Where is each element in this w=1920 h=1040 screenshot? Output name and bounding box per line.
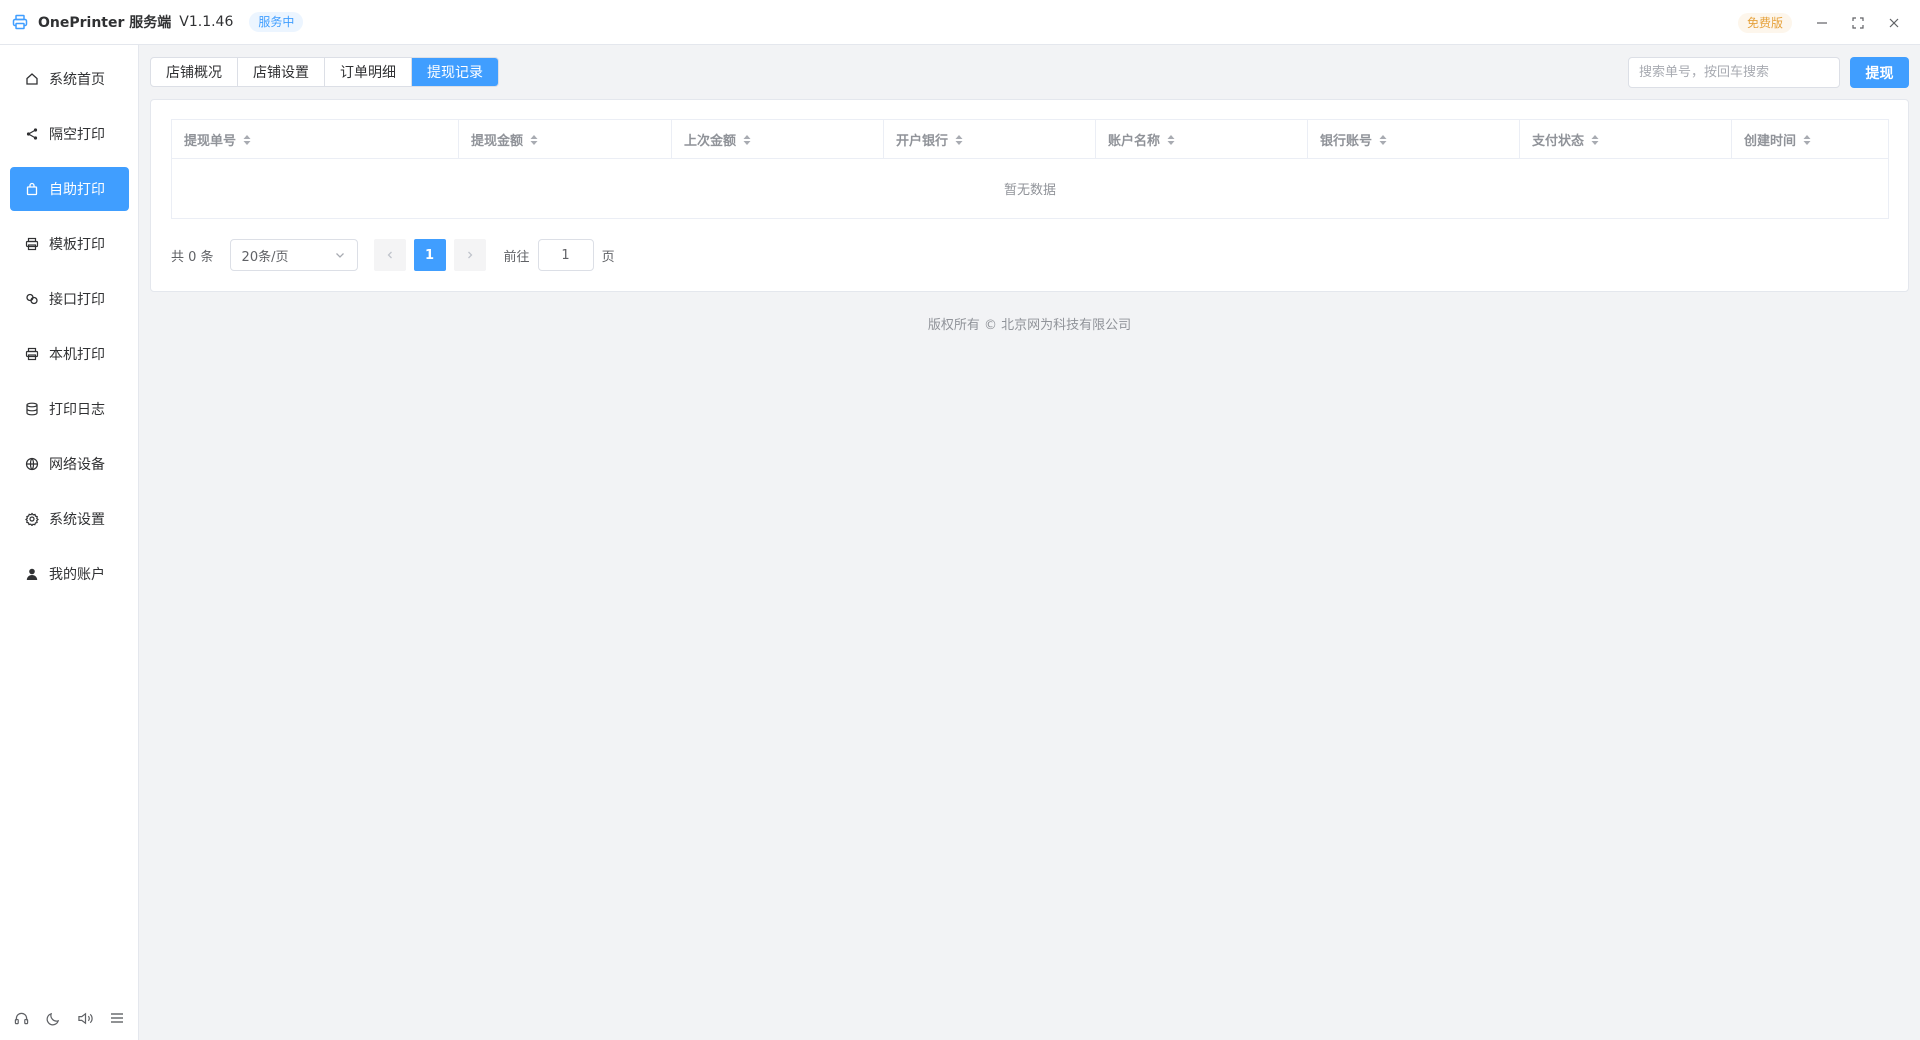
sort-icon[interactable] xyxy=(1591,134,1599,146)
column-header-withdrawal-amount[interactable]: 提现金额 xyxy=(459,120,672,159)
printer-logo-icon xyxy=(12,14,28,30)
sidebar-item-airprint[interactable]: 隔空打印 xyxy=(10,112,129,156)
chevron-down-icon xyxy=(334,249,346,261)
sidebar-item-self-service-print[interactable]: 自助打印 xyxy=(10,167,129,211)
table-empty-state: 暂无数据 xyxy=(1003,183,1056,198)
link-icon xyxy=(25,292,39,306)
tab-withdrawal-records[interactable]: 提现记录 xyxy=(412,58,498,86)
sidebar-item-print-log[interactable]: 打印日志 xyxy=(10,387,129,431)
sidebar-item-label: 接口打印 xyxy=(49,292,105,308)
column-header-created-time[interactable]: 创建时间 xyxy=(1732,120,1888,159)
sort-icon[interactable] xyxy=(955,134,963,146)
sort-icon[interactable] xyxy=(530,134,538,146)
sidebar-item-local-print[interactable]: 本机打印 xyxy=(10,332,129,376)
minimize-icon xyxy=(1817,21,1827,24)
column-header-previous-amount[interactable]: 上次金额 xyxy=(672,120,884,159)
goto-unit: 页 xyxy=(601,249,615,265)
goto-page-input[interactable] xyxy=(537,239,594,271)
close-button[interactable] xyxy=(1876,0,1912,45)
sidebar: 系统首页 隔空打印 自助打印 模板打印 接口打印 本机打印 打印日志 网络设备 … xyxy=(0,45,139,1040)
headset-icon[interactable] xyxy=(13,1009,31,1027)
sort-icon[interactable] xyxy=(1379,134,1387,146)
goto-label: 前往 xyxy=(503,249,530,265)
sidebar-item-label: 模板打印 xyxy=(49,237,105,253)
home-icon xyxy=(25,72,39,86)
withdraw-button[interactable]: 提现 xyxy=(1850,57,1909,88)
sidebar-item-template-print[interactable]: 模板打印 xyxy=(10,222,129,266)
chevron-right-icon xyxy=(467,251,472,259)
sidebar-item-api-print[interactable]: 接口打印 xyxy=(10,277,129,321)
tab-store-overview[interactable]: 店铺概况 xyxy=(151,58,238,86)
tab-store-settings[interactable]: 店铺设置 xyxy=(238,58,325,86)
store-tabs: 店铺概况 店铺设置 订单明细 提现记录 xyxy=(150,57,499,87)
withdrawal-table: 提现单号 提现金额 上次金额 开户银行 账户名称 银行账号 支付状态 创建时间 … xyxy=(171,119,1889,219)
sidebar-item-label: 本机打印 xyxy=(49,347,105,363)
menu-icon[interactable] xyxy=(108,1009,126,1027)
table-header: 提现单号 提现金额 上次金额 开户银行 账户名称 银行账号 支付状态 创建时间 xyxy=(172,120,1888,159)
sidebar-item-home[interactable]: 系统首页 xyxy=(10,57,129,101)
sort-icon[interactable] xyxy=(743,134,751,146)
shopping-bag-icon xyxy=(25,182,39,196)
printer-icon xyxy=(25,237,39,251)
close-icon xyxy=(1889,18,1899,27)
app-version: V1.1.46 xyxy=(179,14,234,30)
speaker-icon[interactable] xyxy=(76,1009,94,1027)
column-header-bank-account[interactable]: 银行账号 xyxy=(1308,120,1520,159)
page-number-current[interactable]: 1 xyxy=(413,239,446,271)
prev-page-button[interactable] xyxy=(373,239,406,271)
search-input[interactable] xyxy=(1628,57,1840,88)
tab-order-details[interactable]: 订单明细 xyxy=(325,58,412,86)
user-icon xyxy=(25,567,39,581)
sidebar-item-label: 网络设备 xyxy=(49,457,105,473)
sidebar-item-label: 系统设置 xyxy=(49,512,105,528)
edition-badge[interactable]: 免费版 xyxy=(1737,12,1792,33)
page-size-select[interactable]: 20条/页 xyxy=(229,239,358,271)
maximize-button[interactable] xyxy=(1840,0,1876,45)
next-page-button[interactable] xyxy=(453,239,486,271)
minimize-button[interactable] xyxy=(1804,0,1840,45)
pagination: 共 0 条 20条/页 1 前往 页 xyxy=(171,239,615,271)
sidebar-item-label: 隔空打印 xyxy=(49,127,105,143)
share-icon xyxy=(25,127,39,141)
column-header-account-name[interactable]: 账户名称 xyxy=(1096,120,1308,159)
maximize-icon xyxy=(1852,16,1864,29)
sort-icon[interactable] xyxy=(243,134,251,146)
service-status-badge: 服务中 xyxy=(249,12,304,32)
sidebar-item-label: 我的账户 xyxy=(49,567,105,583)
sidebar-item-network-devices[interactable]: 网络设备 xyxy=(10,442,129,486)
copyright-text: 版权所有 © 北京网为科技有限公司 xyxy=(927,318,1132,333)
app-name: OnePrinter 服务端 xyxy=(38,15,172,31)
sidebar-item-label: 打印日志 xyxy=(49,402,105,418)
sidebar-footer xyxy=(0,996,139,1040)
pagination-total: 共 0 条 xyxy=(171,249,214,265)
sort-icon[interactable] xyxy=(1803,134,1811,146)
sidebar-item-label: 系统首页 xyxy=(49,72,105,88)
column-header-withdrawal-no[interactable]: 提现单号 xyxy=(172,120,459,159)
printer-icon xyxy=(25,347,39,361)
column-header-bank[interactable]: 开户银行 xyxy=(884,120,1096,159)
sort-icon[interactable] xyxy=(1167,134,1175,146)
chevron-left-icon xyxy=(387,251,392,259)
gear-icon xyxy=(25,512,39,526)
sidebar-item-label: 自助打印 xyxy=(49,182,105,198)
database-icon xyxy=(25,402,39,416)
network-icon xyxy=(25,457,39,471)
sidebar-item-system-settings[interactable]: 系统设置 xyxy=(10,497,129,541)
withdrawal-records-card: 提现单号 提现金额 上次金额 开户银行 账户名称 银行账号 支付状态 创建时间 … xyxy=(150,99,1909,292)
sidebar-item-my-account[interactable]: 我的账户 xyxy=(10,552,129,596)
column-header-payment-status[interactable]: 支付状态 xyxy=(1520,120,1732,159)
moon-icon[interactable] xyxy=(45,1009,63,1027)
title-bar: OnePrinter 服务端 V1.1.46 服务中 免费版 xyxy=(0,0,1920,45)
